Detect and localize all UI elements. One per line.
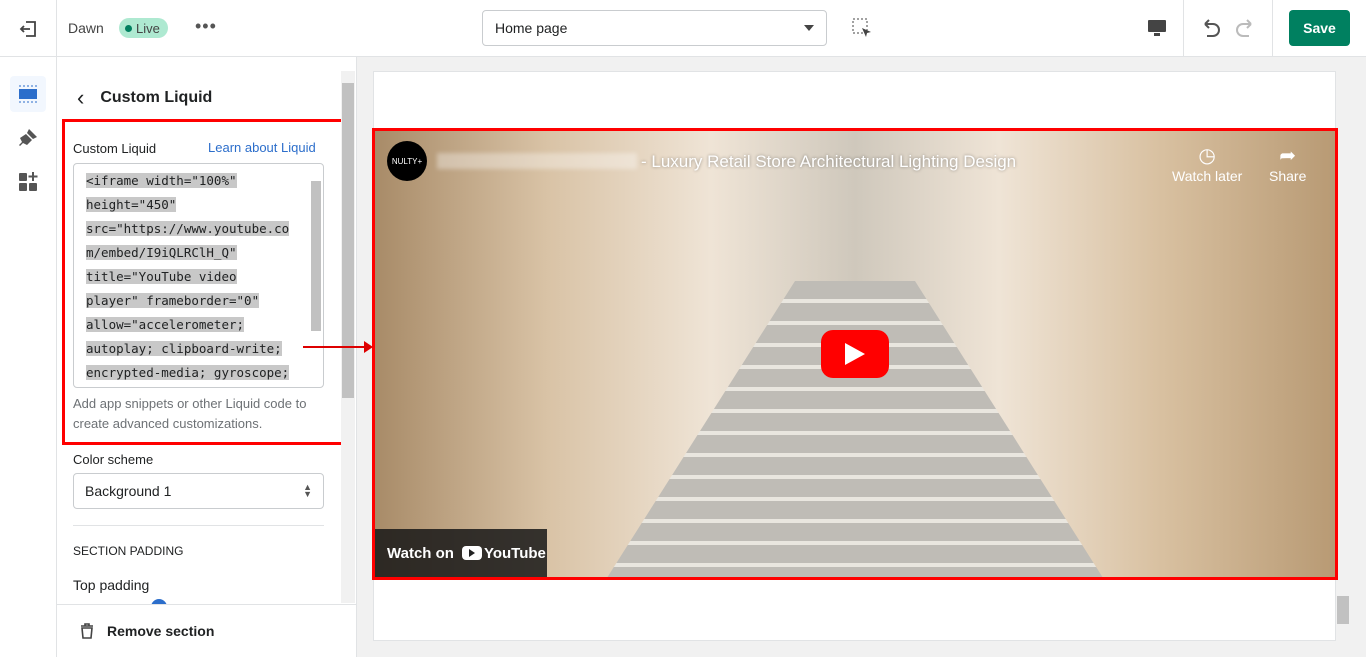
history-controls [1183,0,1273,57]
exit-button[interactable] [0,0,57,57]
sidebar-rail [0,57,57,657]
clock-icon: ◷ [1198,145,1216,167]
color-scheme-select[interactable]: Background 1 ▲ ▼ [73,473,324,509]
top-padding-label: Top padding [73,577,150,593]
save-button[interactable]: Save [1289,10,1350,46]
code-line: src="https://www.youtube.co [86,221,290,236]
live-dot-icon [125,24,132,32]
code-line: m/embed/I9iQLRClH_Q" [86,245,237,260]
watch-later-label: Watch later [1172,168,1243,184]
share-icon: ➦ [1279,145,1297,167]
select-arrows-icon: ▲ ▼ [303,482,312,499]
panel-title: Custom Liquid [100,89,213,106]
desktop-view-icon[interactable] [1146,17,1168,39]
video-thumbnail [605,281,1105,577]
redo-icon[interactable] [1235,18,1257,40]
status-badge: Live [119,18,168,38]
top-bar: Dawn Live ••• Home page Save [0,0,1366,57]
remove-section-label: Remove section [107,623,215,639]
theme-name: Dawn [68,20,104,36]
divider [73,525,324,526]
code-line: autoplay; clipboard-write; [86,341,282,356]
add-apps-icon [19,172,38,191]
youtube-embed[interactable]: NULTY+ - Luxury Retail Store Architectur… [372,128,1338,580]
watch-later-button[interactable]: ◷ Watch later [1172,143,1242,184]
color-scheme-label: Color scheme [73,452,154,467]
learn-liquid-link[interactable]: Learn about Liquid [208,140,316,155]
trash-icon [81,623,93,639]
paintbrush-icon [19,129,37,146]
share-button[interactable]: ➦ Share [1269,143,1306,184]
exit-icon [19,20,36,37]
theme-settings-tab[interactable] [10,120,46,156]
sections-tab[interactable] [10,76,46,112]
undo-icon[interactable] [1199,18,1221,40]
youtube-logo-icon [461,546,482,560]
code-line: height="450" [86,197,177,212]
code-line: encrypted-media; gyroscope; [86,365,290,380]
status-label: Live [136,20,160,36]
page-select[interactable]: Home page [482,10,827,46]
remove-section-button[interactable]: Remove section [57,604,356,657]
play-icon [845,343,865,365]
custom-liquid-help: Add app snippets or other Liquid code to… [73,396,307,431]
page-select-value: Home page [495,20,568,36]
apps-tab[interactable] [10,164,46,200]
panel-scrollbar[interactable] [341,71,355,603]
video-title[interactable]: - Luxury Retail Store Architectural Ligh… [641,152,1016,172]
code-line: title="YouTube video [86,269,237,284]
play-button[interactable] [821,330,889,378]
watch-on-youtube-button[interactable]: Watch on YouTube [375,529,547,577]
settings-panel: ‹ Custom Liquid Custom Liquid Learn about… [57,57,357,657]
inspector-icon[interactable] [852,18,874,40]
code-line: player" frameborder="0" [86,293,260,308]
custom-liquid-label: Custom Liquid [73,141,157,156]
blurred-channel-name [437,153,637,169]
section-padding-heading: SECTION PADDING [73,544,184,558]
code-line: <iframe width="100%" [86,173,237,188]
share-label: Share [1269,168,1307,184]
chevron-down-icon [804,25,814,31]
custom-liquid-textarea[interactable]: <iframe width="100%" height="450" src="h… [73,163,324,388]
back-button[interactable]: ‹ [77,85,84,111]
sections-icon [19,85,37,103]
more-actions-button[interactable]: ••• [195,16,217,37]
annotation-arrow [303,341,373,353]
youtube-wordmark: YouTube [483,544,546,562]
channel-logo[interactable]: NULTY+ [387,141,427,181]
code-line: allow="accelerometer; [86,317,245,332]
color-scheme-value: Background 1 [85,483,172,499]
watch-on-label: Watch on [387,544,454,562]
preview-scrollbar[interactable] [1336,71,1350,641]
textarea-scrollbar[interactable] [310,169,321,381]
